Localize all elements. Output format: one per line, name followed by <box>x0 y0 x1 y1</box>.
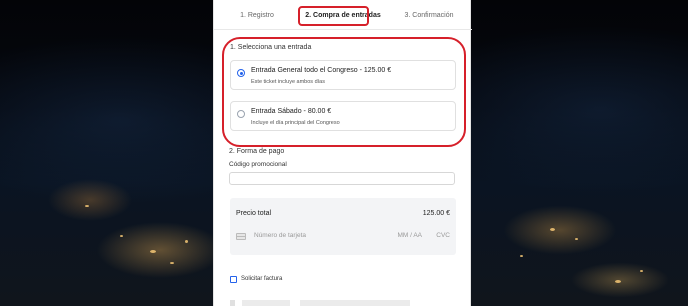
card-cvc-placeholder: CVC <box>436 232 450 239</box>
payment-section-title: 2. Forma de pago <box>229 148 285 155</box>
promo-code-input[interactable] <box>229 172 455 185</box>
invoice-checkbox-label: Solicitar factura <box>241 276 283 282</box>
ticket-option-title: Entrada Sábado - 80.00 € <box>251 108 332 115</box>
card-expiry-placeholder: MM / AA <box>397 232 422 239</box>
card-input[interactable]: Número de tarjeta MM / AA CVC <box>236 232 450 244</box>
ticket-section-title: 1. Selecciona una entrada <box>230 44 312 51</box>
card-number-placeholder: Número de tarjeta <box>254 232 307 239</box>
credit-card-icon <box>236 233 246 240</box>
total-price-label: Precio total <box>236 210 272 217</box>
payment-box: Precio total 125.00 € Número de tarjeta … <box>230 198 456 255</box>
ticket-option-description: Este ticket incluye ambos días <box>251 79 325 85</box>
step-confirmacion[interactable]: 3. Confirmación <box>386 0 472 29</box>
cut-off-row <box>230 300 410 306</box>
ticket-option-general[interactable]: Entrada General todo el Congreso - 125.0… <box>230 60 456 90</box>
step-registro[interactable]: 1. Registro <box>214 0 300 29</box>
radio-button[interactable] <box>237 110 245 118</box>
total-price-amount: 125.00 € <box>422 210 450 217</box>
radio-button[interactable] <box>237 69 245 77</box>
checkout-panel: 1. Registro 2. Compra de entradas 3. Con… <box>213 0 472 306</box>
ticket-option-description: Incluye el día principal del Congreso <box>251 120 340 126</box>
active-step-highlight <box>298 6 369 26</box>
invoice-checkbox[interactable] <box>230 276 237 283</box>
ticket-option-sabado[interactable]: Entrada Sábado - 80.00 € Incluye el día … <box>230 101 456 131</box>
ticket-option-title: Entrada General todo el Congreso - 125.0… <box>251 67 392 74</box>
promo-code-label: Código promocional <box>229 161 287 168</box>
